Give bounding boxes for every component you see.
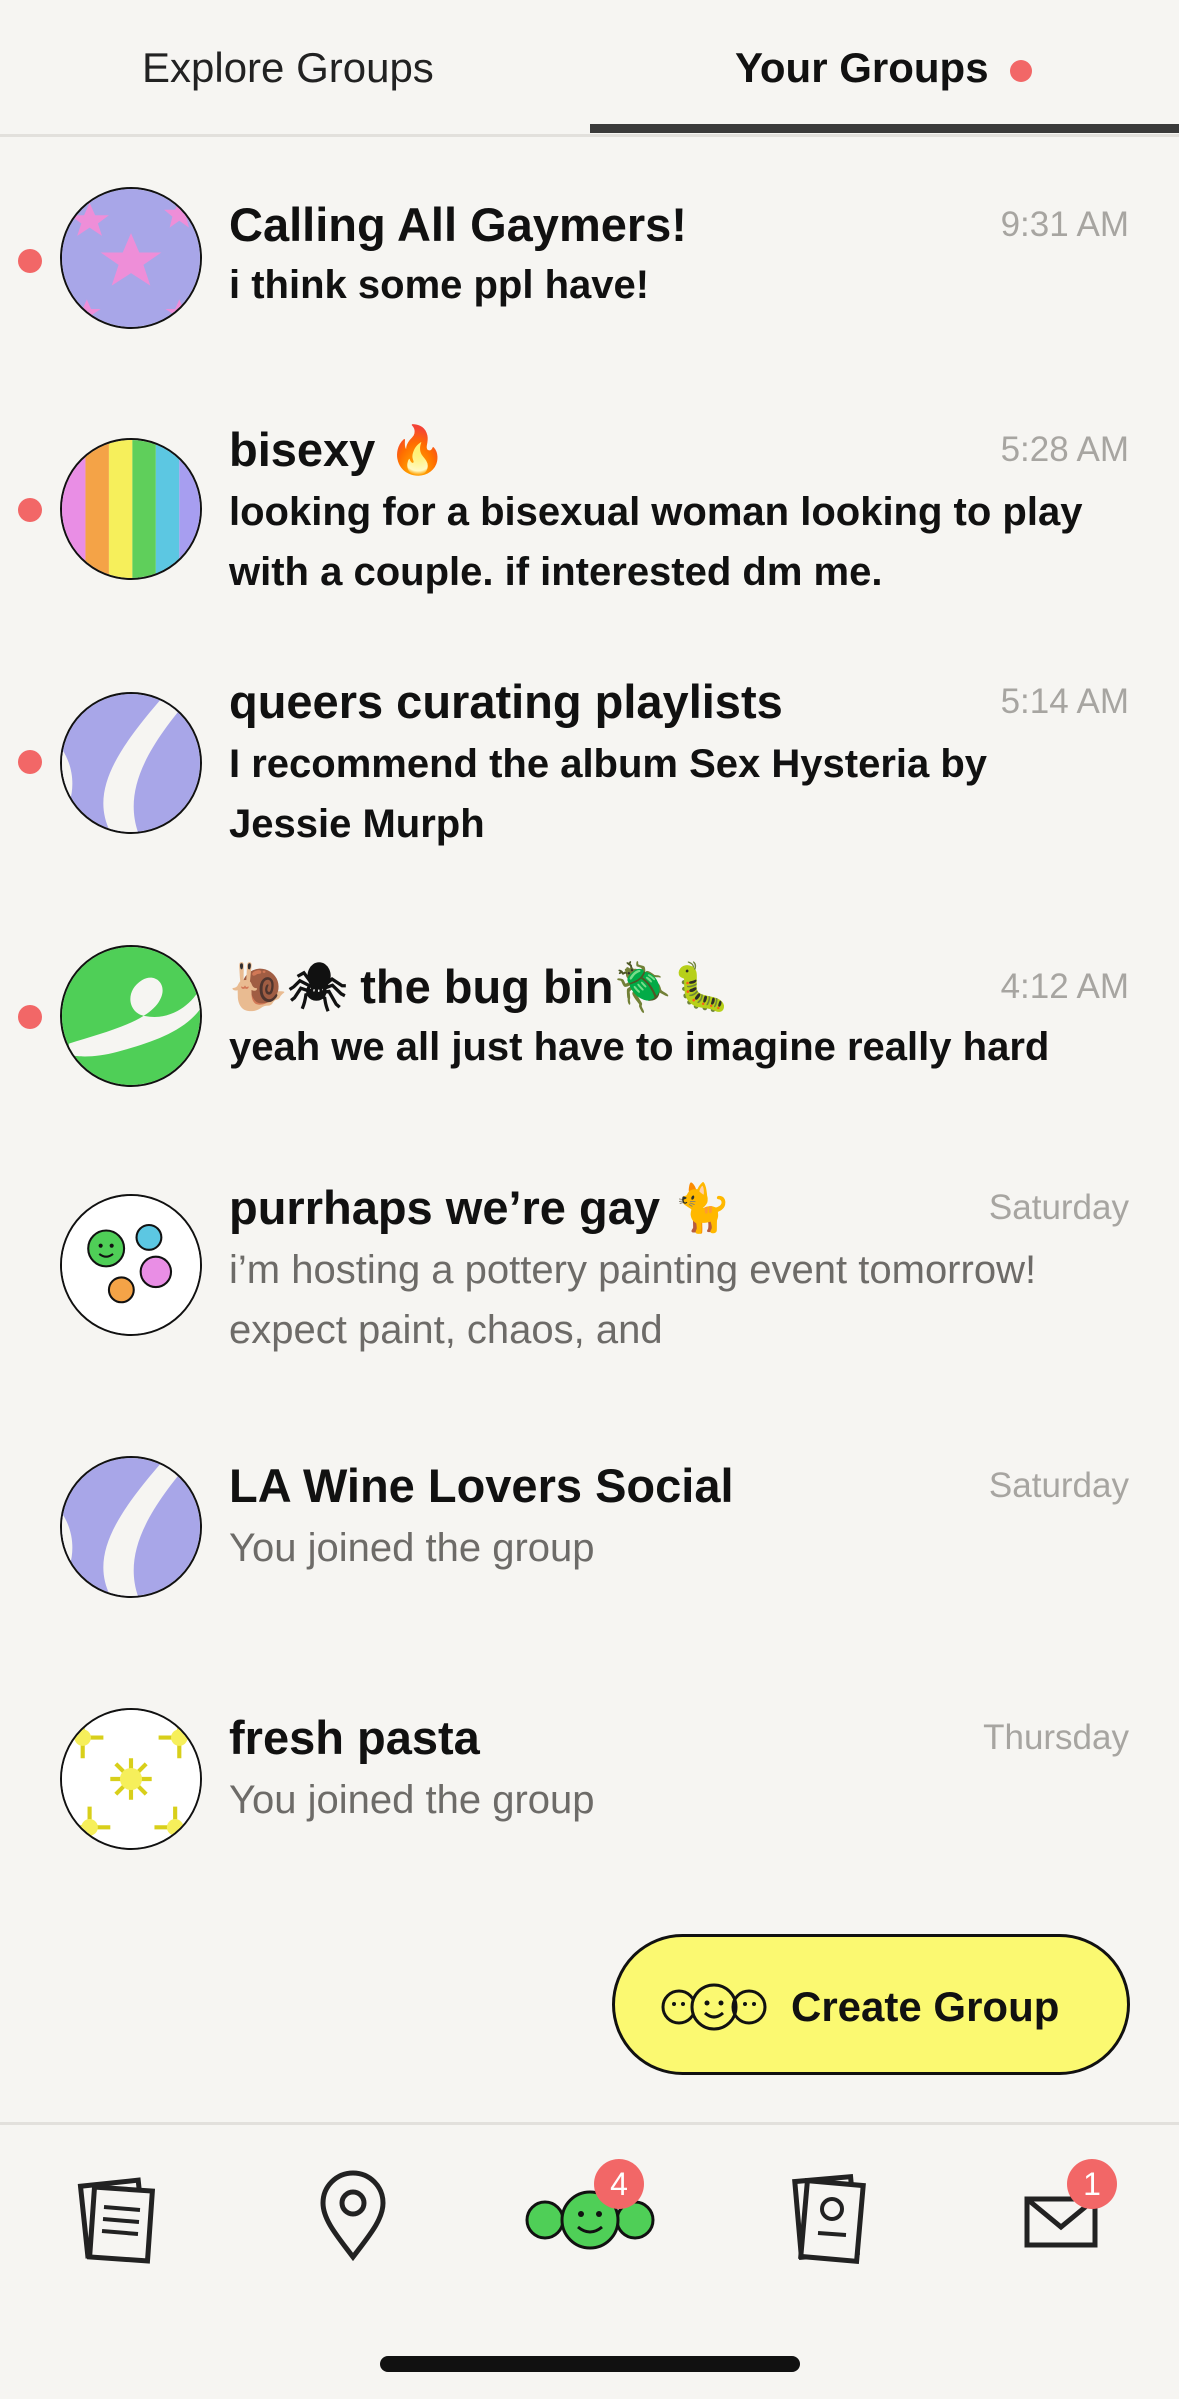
lavender-waves-icon xyxy=(62,694,200,832)
group-row-the-bug-bin[interactable]: 🐌🕷 the bug bin🪲🐛 4:12 AM yeah we all jus… xyxy=(0,945,1179,1115)
group-row-queers-curating-playlists[interactable]: queers curating playlists 5:14 AM I reco… xyxy=(0,672,1179,882)
group-row-calling-all-gaymers[interactable]: Calling All Gaymers! 9:31 AM i think som… xyxy=(0,175,1179,385)
green-swirl-icon xyxy=(62,947,200,1085)
group-name: purrhaps we’re gay 🐈 xyxy=(229,1181,732,1234)
unread-dot xyxy=(18,1005,42,1029)
group-time: 9:31 AM xyxy=(1000,205,1129,244)
group-name: bisexy 🔥 xyxy=(229,423,447,476)
unread-dot xyxy=(18,498,42,522)
group-time: Thursday xyxy=(983,1718,1129,1757)
your-groups-unread-dot xyxy=(1010,60,1032,82)
group-avatar-yellow-flowers xyxy=(60,1708,202,1850)
location-pin-icon xyxy=(320,2170,386,2262)
group-row-fresh-pasta[interactable]: fresh pasta Thursday You joined the grou… xyxy=(0,1708,1179,1888)
group-last-message: I recommend the album Sex Hysteria by Je… xyxy=(229,742,988,846)
group-avatar-rainbow xyxy=(60,438,202,580)
group-last-message: i think some ppl have! xyxy=(229,263,650,307)
nav-map[interactable] xyxy=(298,2165,408,2265)
three-faces-icon xyxy=(661,1983,767,2031)
group-name: Calling All Gaymers! xyxy=(229,198,687,251)
unread-dot xyxy=(18,750,42,774)
group-avatar-lavender-waves xyxy=(60,692,202,834)
unread-dot xyxy=(18,249,42,273)
group-avatar-lavender-waves xyxy=(60,1456,202,1598)
nav-messages[interactable]: 1 xyxy=(1005,2159,1117,2265)
newspaper-icon xyxy=(77,2177,156,2264)
group-last-message: i’m hosting a pottery painting event tom… xyxy=(229,1248,1037,1352)
group-row-bisexy[interactable]: bisexy 🔥 5:28 AM looking for a bisexual … xyxy=(0,420,1179,630)
group-time: 5:14 AM xyxy=(1000,682,1129,721)
group-avatar-purple-stars xyxy=(60,187,202,329)
nav-feed[interactable] xyxy=(62,2165,172,2265)
group-avatar-smiley-faces xyxy=(60,1194,202,1336)
group-row-la-wine-lovers-social[interactable]: LA Wine Lovers Social Saturday You joine… xyxy=(0,1456,1179,1636)
group-name: queers curating playlists xyxy=(229,675,783,728)
active-tab-indicator xyxy=(590,124,1179,133)
purple-stars-icon xyxy=(62,189,200,327)
group-time: Saturday xyxy=(988,1466,1129,1505)
lavender-waves-icon xyxy=(62,1458,200,1596)
group-last-message: You joined the group xyxy=(229,1778,595,1822)
yellow-flowers-icon xyxy=(62,1710,200,1848)
group-name: LA Wine Lovers Social xyxy=(229,1459,734,1512)
group-name: fresh pasta xyxy=(229,1711,480,1764)
group-avatar-green-swirl xyxy=(60,945,202,1087)
group-name: 🐌🕷 the bug bin🪲🐛 xyxy=(229,960,731,1013)
groups-badge: 4 xyxy=(594,2159,644,2209)
group-last-message: looking for a bisexual woman looking to … xyxy=(229,490,1083,594)
smiley-faces-icon xyxy=(62,1196,200,1334)
group-time: 4:12 AM xyxy=(1000,967,1129,1006)
group-last-message: yeah we all just have to imagine really … xyxy=(229,1025,1050,1069)
group-row-purrhaps-were-gay[interactable]: purrhaps we’re gay 🐈 Saturday i’m hostin… xyxy=(0,1178,1179,1378)
tab-explore-groups[interactable]: Explore Groups xyxy=(142,38,434,98)
nav-profile[interactable] xyxy=(770,2165,880,2265)
group-time: Saturday xyxy=(988,1188,1129,1227)
create-group-button[interactable]: Create Group xyxy=(612,1934,1130,2075)
create-group-label: Create Group xyxy=(791,1983,1060,2030)
nav-groups[interactable]: 4 xyxy=(520,2159,660,2265)
profile-card-icon xyxy=(792,2173,866,2265)
group-last-message: You joined the group xyxy=(229,1526,595,1570)
group-time: 5:28 AM xyxy=(1000,430,1129,469)
tab-your-groups[interactable]: Your Groups xyxy=(735,38,989,98)
messages-badge: 1 xyxy=(1067,2159,1117,2209)
home-indicator xyxy=(380,2356,800,2372)
group-tabs: Explore Groups Your Groups xyxy=(0,0,1179,137)
rainbow-stripes-icon xyxy=(62,440,200,578)
